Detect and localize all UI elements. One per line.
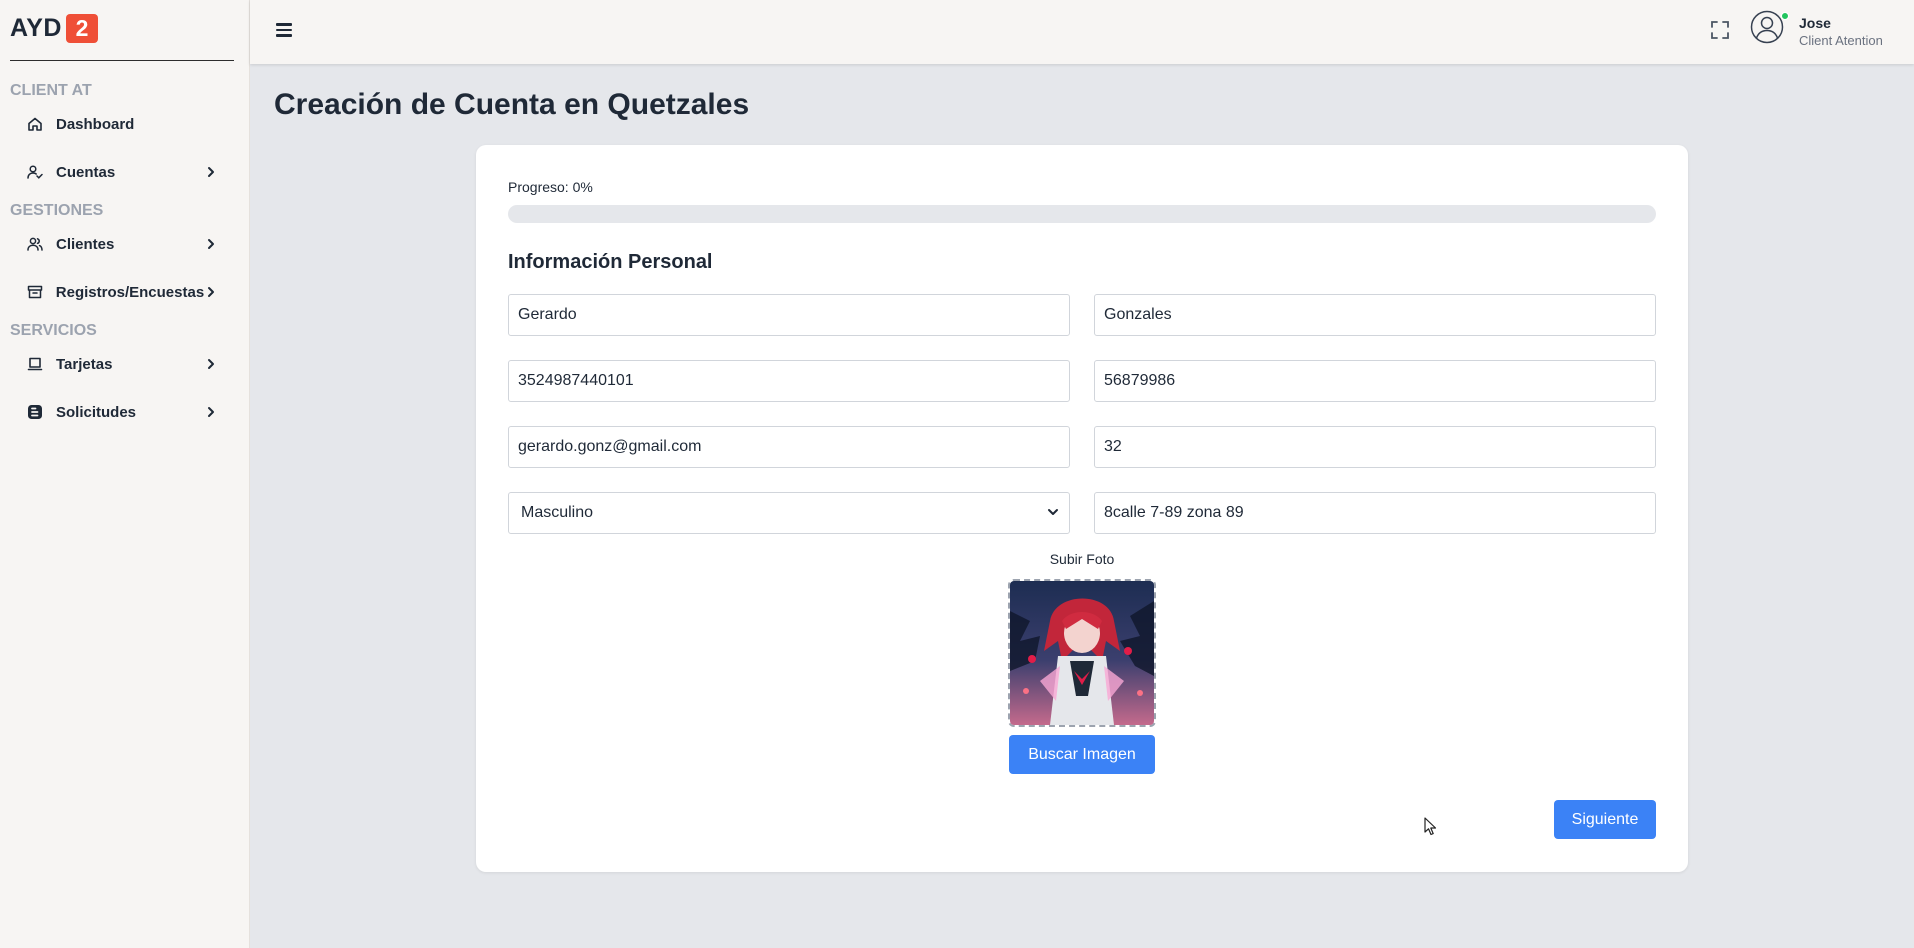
sidebar-item-registros-encuestas[interactable]: Registros/Encuestas <box>26 277 218 307</box>
upload-photo-label: Subir Foto <box>1049 551 1115 567</box>
sidebar-item-tarjetas[interactable]: Tarjetas <box>26 349 218 379</box>
brand-badge: 2 <box>66 14 98 43</box>
chevron-right-icon <box>204 405 218 419</box>
sidebar-item-clientes[interactable]: Clientes <box>26 229 218 259</box>
mouse-cursor-icon <box>1424 817 1438 837</box>
chevron-right-icon <box>204 357 218 371</box>
sidebar-item-solicitudes[interactable]: Solicitudes <box>26 397 218 427</box>
search-image-button[interactable]: Buscar Imagen <box>1009 735 1155 774</box>
user-role: Client Atention <box>1799 33 1883 48</box>
sidebar: AYD 2 CLIENT AT Dashboard Cuentas GESTIO… <box>0 0 250 948</box>
sidebar-item-label: Solicitudes <box>56 403 137 421</box>
section-title-personal-info: Información Personal <box>508 251 713 273</box>
progress-label: Progreso: 0% <box>508 179 593 195</box>
last-name-field[interactable] <box>1094 294 1656 336</box>
users-icon <box>26 235 44 253</box>
home-icon <box>26 115 44 133</box>
next-button[interactable]: Siguiente <box>1554 800 1656 839</box>
topbar: Jose Client Atention <box>250 0 1914 64</box>
address-field[interactable] <box>1094 492 1656 534</box>
hamburger-icon[interactable] <box>276 20 292 40</box>
sidebar-item-label: Dashboard <box>56 115 135 133</box>
email-field[interactable] <box>508 426 1070 468</box>
gender-select-value: Masculino <box>521 504 594 521</box>
user-avatar-icon[interactable] <box>1750 10 1784 44</box>
page-title: Creación de Cuenta en Quetzales <box>274 88 750 121</box>
user-name: Jose <box>1799 15 1831 31</box>
logo-divider <box>10 60 234 61</box>
fullscreen-icon[interactable] <box>1710 20 1730 40</box>
section-title-gestiones: GESTIONES <box>10 202 104 219</box>
phone-field[interactable] <box>1094 360 1656 402</box>
sidebar-item-label: Cuentas <box>56 163 116 181</box>
sidebar-item-label: Clientes <box>56 235 115 253</box>
gender-select[interactable]: Masculino <box>508 492 1070 534</box>
progress-bar <box>508 205 1656 223</box>
section-title-client-at: CLIENT AT <box>10 82 92 99</box>
chevron-right-icon <box>204 237 218 251</box>
account-form-card: Progreso: 0% Información Personal Mascul… <box>476 145 1688 872</box>
age-field[interactable] <box>1094 426 1656 468</box>
sidebar-item-cuentas[interactable]: Cuentas <box>26 157 218 187</box>
brand-logo[interactable]: AYD 2 <box>10 14 98 43</box>
blogger-icon <box>26 403 44 421</box>
first-name-field[interactable] <box>508 294 1070 336</box>
user-check-icon <box>26 163 44 181</box>
sidebar-item-label: Tarjetas <box>56 355 113 373</box>
laptop-icon <box>26 355 44 373</box>
sidebar-item-label: Registros/Encuestas <box>55 283 205 301</box>
sidebar-item-dashboard[interactable]: Dashboard <box>26 109 218 139</box>
section-title-servicios: SERVICIOS <box>10 322 97 339</box>
chevron-down-icon <box>1047 493 1059 533</box>
profile-photo-preview[interactable] <box>1008 579 1156 727</box>
online-status-indicator <box>1781 12 1789 20</box>
chevron-right-icon <box>204 165 218 179</box>
brand-name: AYD <box>10 14 62 42</box>
chevron-right-icon <box>204 285 218 299</box>
archive-icon <box>26 283 44 301</box>
dpi-field[interactable] <box>508 360 1070 402</box>
